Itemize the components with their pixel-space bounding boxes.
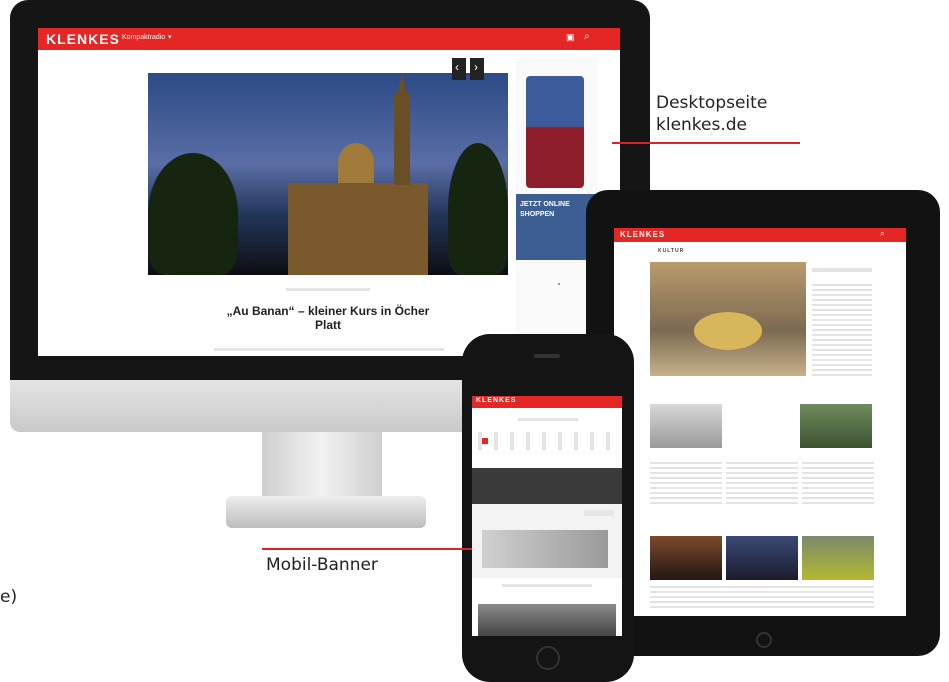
tablet-card-image-5[interactable]	[802, 536, 874, 580]
phone-ad-image	[482, 530, 608, 568]
tablet-feature-text	[812, 284, 872, 376]
chevron-down-icon[interactable]: ▾	[168, 33, 172, 41]
tablet-card-image-1[interactable]	[650, 404, 722, 448]
hero-image-cathedral[interactable]	[148, 73, 508, 275]
imac-stand	[262, 432, 382, 502]
slider-prev-button[interactable]: ‹	[452, 58, 466, 80]
callout-desktop-line1: Desktopseite	[656, 93, 768, 113]
search-icon[interactable]: ⌕	[584, 31, 590, 42]
iphone-speaker	[534, 354, 560, 358]
imac-foot	[226, 496, 426, 528]
cropped-text-fragment: e)	[0, 587, 18, 607]
tree-left	[148, 153, 238, 275]
tablet-card-image-4[interactable]	[726, 536, 798, 580]
article-teaser-text	[214, 348, 444, 351]
cathedral-dome	[338, 143, 374, 183]
tablet-screen: KLENKES ⌕ KULTUR	[614, 228, 906, 616]
callout-desktop-line2: klenkes.de	[656, 115, 748, 135]
callout-mobile-line	[262, 548, 472, 550]
phone-date-strip[interactable]	[478, 432, 616, 450]
phone-topbar: KLENKES	[472, 396, 622, 408]
tablet-card-text-3	[802, 462, 874, 506]
phone-article-image[interactable]	[478, 604, 616, 636]
article-headline[interactable]: „Au Banan“ – kleiner Kurs in Öcher Platt	[188, 304, 468, 332]
cathedral-tower	[394, 93, 410, 185]
tablet-card-text-2	[726, 462, 798, 506]
phone-date-selected[interactable]	[482, 438, 488, 444]
tablet-card-image-2[interactable]	[800, 404, 872, 448]
tablet-card-text-row	[650, 586, 874, 610]
article-headline-line1: „Au Banan“ – kleiner Kurs in Öcher	[226, 304, 430, 318]
phone-calendar-title	[518, 418, 578, 421]
tablet-feature-table	[694, 312, 762, 350]
tablet-topbar: KLENKES ⌕	[614, 228, 906, 242]
tablet-feature-title	[812, 268, 872, 272]
article-headline-line2: Platt	[314, 318, 341, 332]
phone-screen: KLENKES	[472, 396, 622, 636]
iphone-home-button	[536, 646, 560, 670]
ad-brand-logo: ◔	[556, 280, 561, 289]
phone-ad-banner[interactable]	[472, 504, 622, 578]
calendar-icon[interactable]: ▣	[566, 32, 575, 43]
slider-next-button[interactable]: ›	[470, 58, 484, 80]
tablet-feature-image[interactable]	[650, 262, 806, 376]
cathedral-body	[288, 183, 428, 275]
desktop-topbar: KLENKES Kompaktradio ▾ ▣ ⌕	[38, 28, 620, 50]
desktop-logo[interactable]: KLENKES	[46, 31, 120, 47]
tree-right	[448, 143, 508, 275]
desktop-nav-dropdown[interactable]: Kompaktradio	[122, 34, 165, 41]
tablet-section-title: KULTUR	[658, 248, 685, 254]
callout-desktop-line	[612, 142, 800, 144]
article-kicker	[286, 288, 370, 291]
callout-mobile: Mobil-Banner	[266, 555, 378, 575]
phone-logo[interactable]: KLENKES	[476, 397, 516, 404]
phone-ad-badge	[584, 510, 614, 516]
phone-dark-banner[interactable]	[472, 468, 622, 504]
ad-merch-image	[526, 76, 584, 188]
ipad-home-button	[756, 632, 772, 648]
tablet-card-image-3[interactable]	[650, 536, 722, 580]
desktop-screen: KLENKES Kompaktradio ▾ ▣ ⌕ ‹ › „Au Banan…	[38, 28, 620, 356]
callout-desktop: Desktopseite klenkes.de	[656, 92, 767, 136]
search-icon[interactable]: ⌕	[880, 229, 884, 239]
cathedral-spire	[397, 73, 407, 95]
phone-article-title	[502, 584, 592, 587]
tablet-card-text-1	[650, 462, 722, 506]
tablet-logo[interactable]: KLENKES	[620, 230, 665, 239]
